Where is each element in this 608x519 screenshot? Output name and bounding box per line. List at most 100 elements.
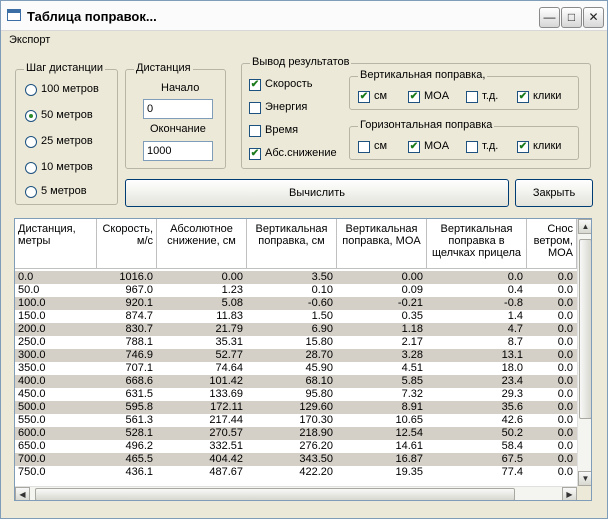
table-row[interactable]: 400.0 668.6 101.42 68.10 5.85 23.4 0.0 (15, 375, 577, 388)
start-distance-input[interactable] (143, 99, 213, 119)
column-header-vert-clicks[interactable]: Вертикальная поправка в щелчках прицела (427, 219, 527, 269)
table-row[interactable]: 150.0 874.7 11.83 1.50 0.35 1.4 0.0 (15, 310, 577, 323)
cell-distance: 150.0 (18, 310, 46, 322)
column-header-vert-cm[interactable]: Вертикальная поправка, см (247, 219, 337, 269)
close-button[interactable]: Закрыть (515, 179, 593, 207)
cell-speed: 874.7 (125, 310, 153, 322)
cell-vert-clicks: 4.7 (507, 323, 523, 335)
cell-distance: 350.0 (18, 362, 46, 374)
checkbox-box: ✔ (408, 91, 420, 103)
cell-vert-clicks: 58.4 (501, 440, 523, 452)
cell-vert-cm: -0.60 (307, 297, 333, 309)
cell-vert-cm: 218.90 (299, 427, 333, 439)
step-group-legend: Шаг дистанции (24, 62, 106, 74)
cell-abs-drop: 332.51 (209, 440, 243, 452)
cell-distance: 200.0 (18, 323, 46, 335)
table-row[interactable]: 650.0 496.2 332.51 276.20 14.61 58.4 0.0 (15, 440, 577, 453)
output-group-legend: Вывод результатов (250, 56, 352, 68)
table-row[interactable]: 600.0 528.1 270.57 218.90 12.54 50.2 0.0 (15, 427, 577, 440)
table-row[interactable]: 200.0 830.7 21.79 6.90 1.18 4.7 0.0 (15, 323, 577, 336)
calculate-button[interactable]: Вычислить (125, 179, 509, 207)
column-header-abs-drop[interactable]: Абсолютное снижение, см (157, 219, 247, 269)
checkbox-label: т.д. (482, 90, 499, 102)
step-group: Шаг дистанции 100 метров 50 метров 25 ме… (15, 62, 118, 205)
table-row[interactable]: 250.0 788.1 35.31 15.80 2.17 8.7 0.0 (15, 336, 577, 349)
column-header-distance[interactable]: Дистанция, метры (15, 219, 97, 269)
cell-vert-moa: 5.85 (401, 375, 423, 387)
cell-speed: 496.2 (125, 440, 153, 452)
cell-speed: 595.8 (125, 401, 153, 413)
cell-distance: 700.0 (18, 453, 46, 465)
cell-vert-cm: 3.50 (311, 271, 333, 283)
table-row[interactable]: 750.0 436.1 487.67 422.20 19.35 77.4 0.0 (15, 466, 577, 479)
table-row[interactable]: 300.0 746.9 52.77 28.70 3.28 13.1 0.0 (15, 349, 577, 362)
cell-vert-moa: 14.61 (395, 440, 423, 452)
title-bar[interactable]: Таблица поправок... — □ ✕ (1, 1, 607, 31)
table-row[interactable]: 700.0 465.5 404.42 343.50 16.87 67.5 0.0 (15, 453, 577, 466)
scroll-down-icon[interactable]: ▼ (578, 471, 591, 486)
column-header-wind-moa[interactable]: Снос ветром, MOA (527, 219, 577, 269)
cell-vert-moa: 7.32 (401, 388, 423, 400)
checkbox-label: Скорость (265, 78, 313, 90)
end-distance-input[interactable] (143, 141, 213, 161)
cell-vert-moa: 12.54 (395, 427, 423, 439)
table-row[interactable]: 450.0 631.5 133.69 95.80 7.32 29.3 0.0 (15, 388, 577, 401)
scroll-left-icon[interactable]: ◀ (15, 487, 30, 500)
checkbox-box: ✔ (249, 148, 261, 160)
checkbox-box: ✔ (358, 91, 370, 103)
cell-vert-clicks: 8.7 (507, 336, 523, 348)
horizontal-scrollbar[interactable]: ◀ ▶ (15, 486, 577, 500)
close-window-button[interactable]: ✕ (583, 7, 604, 28)
cell-vert-moa: 19.35 (395, 466, 423, 478)
table-row[interactable]: 50.0 967.0 1.23 0.10 0.09 0.4 0.0 (15, 284, 577, 297)
checkbox-box (249, 125, 261, 137)
cell-wind-moa: 0.0 (557, 375, 573, 387)
vertical-correction-group: Вертикальная поправка, ✔ см ✔ MOA т.д. ✔… (349, 69, 579, 110)
checkbox-label: т.д. (482, 140, 499, 152)
scroll-right-icon[interactable]: ▶ (562, 487, 577, 500)
radio-label: 25 метров (41, 135, 93, 147)
cell-vert-moa: 0.35 (401, 310, 423, 322)
cell-vert-moa: 4.51 (401, 362, 423, 374)
cell-speed: 561.3 (125, 414, 153, 426)
column-header-vert-moa[interactable]: Вертикальная поправка, MOA (337, 219, 427, 269)
cell-vert-cm: 422.20 (299, 466, 333, 478)
cell-vert-moa: 8.91 (401, 401, 423, 413)
maximize-button[interactable]: □ (561, 7, 582, 28)
cell-vert-clicks: 0.0 (507, 271, 523, 283)
cell-abs-drop: 172.11 (210, 401, 243, 413)
menu-export[interactable]: Экспорт (9, 34, 50, 46)
cell-wind-moa: 0.0 (557, 336, 573, 348)
vertical-scroll-thumb[interactable] (579, 239, 591, 419)
table-row[interactable]: 500.0 595.8 172.11 129.60 8.91 35.6 0.0 (15, 401, 577, 414)
table-row[interactable]: 0.0 1016.0 0.00 3.50 0.00 0.0 0.0 (15, 271, 577, 284)
cell-speed: 707.1 (125, 362, 153, 374)
cell-distance: 750.0 (18, 466, 46, 478)
vertical-scrollbar[interactable]: ▲ ▼ (577, 219, 591, 486)
cell-vert-cm: 15.80 (305, 336, 333, 348)
results-table[interactable]: Дистанция, метры Скорость, м/с Абсолютно… (14, 218, 592, 501)
scroll-up-icon[interactable]: ▲ (578, 219, 591, 234)
cell-wind-moa: 0.0 (557, 453, 573, 465)
table-row[interactable]: 100.0 920.1 5.08 -0.60 -0.21 -0.8 0.0 (15, 297, 577, 310)
column-header-speed[interactable]: Скорость, м/с (97, 219, 157, 269)
cell-wind-moa: 0.0 (557, 466, 573, 478)
cell-vert-moa: -0.21 (397, 297, 423, 309)
cell-distance: 300.0 (18, 349, 46, 361)
app-window: Таблица поправок... — □ ✕ Экспорт Шаг ди… (0, 0, 608, 519)
cell-distance: 400.0 (18, 375, 46, 387)
start-label: Начало (161, 82, 200, 94)
cell-speed: 528.1 (125, 427, 153, 439)
horizontal-scroll-thumb[interactable] (35, 488, 515, 500)
distance-group-legend: Дистанция (134, 62, 193, 74)
horizontal-correction-legend: Горизонтальная поправка (358, 119, 495, 131)
cell-distance: 450.0 (18, 388, 46, 400)
cell-vert-moa: 3.28 (401, 349, 423, 361)
table-row[interactable]: 350.0 707.1 74.64 45.90 4.51 18.0 0.0 (15, 362, 577, 375)
minimize-button[interactable]: — (539, 7, 560, 28)
table-row[interactable]: 550.0 561.3 217.44 170.30 10.65 42.6 0.0 (15, 414, 577, 427)
checkbox-label: Время (265, 124, 299, 136)
cell-vert-moa: 0.09 (401, 284, 423, 296)
window-icon (7, 9, 21, 21)
cell-vert-cm: 6.90 (311, 323, 333, 335)
